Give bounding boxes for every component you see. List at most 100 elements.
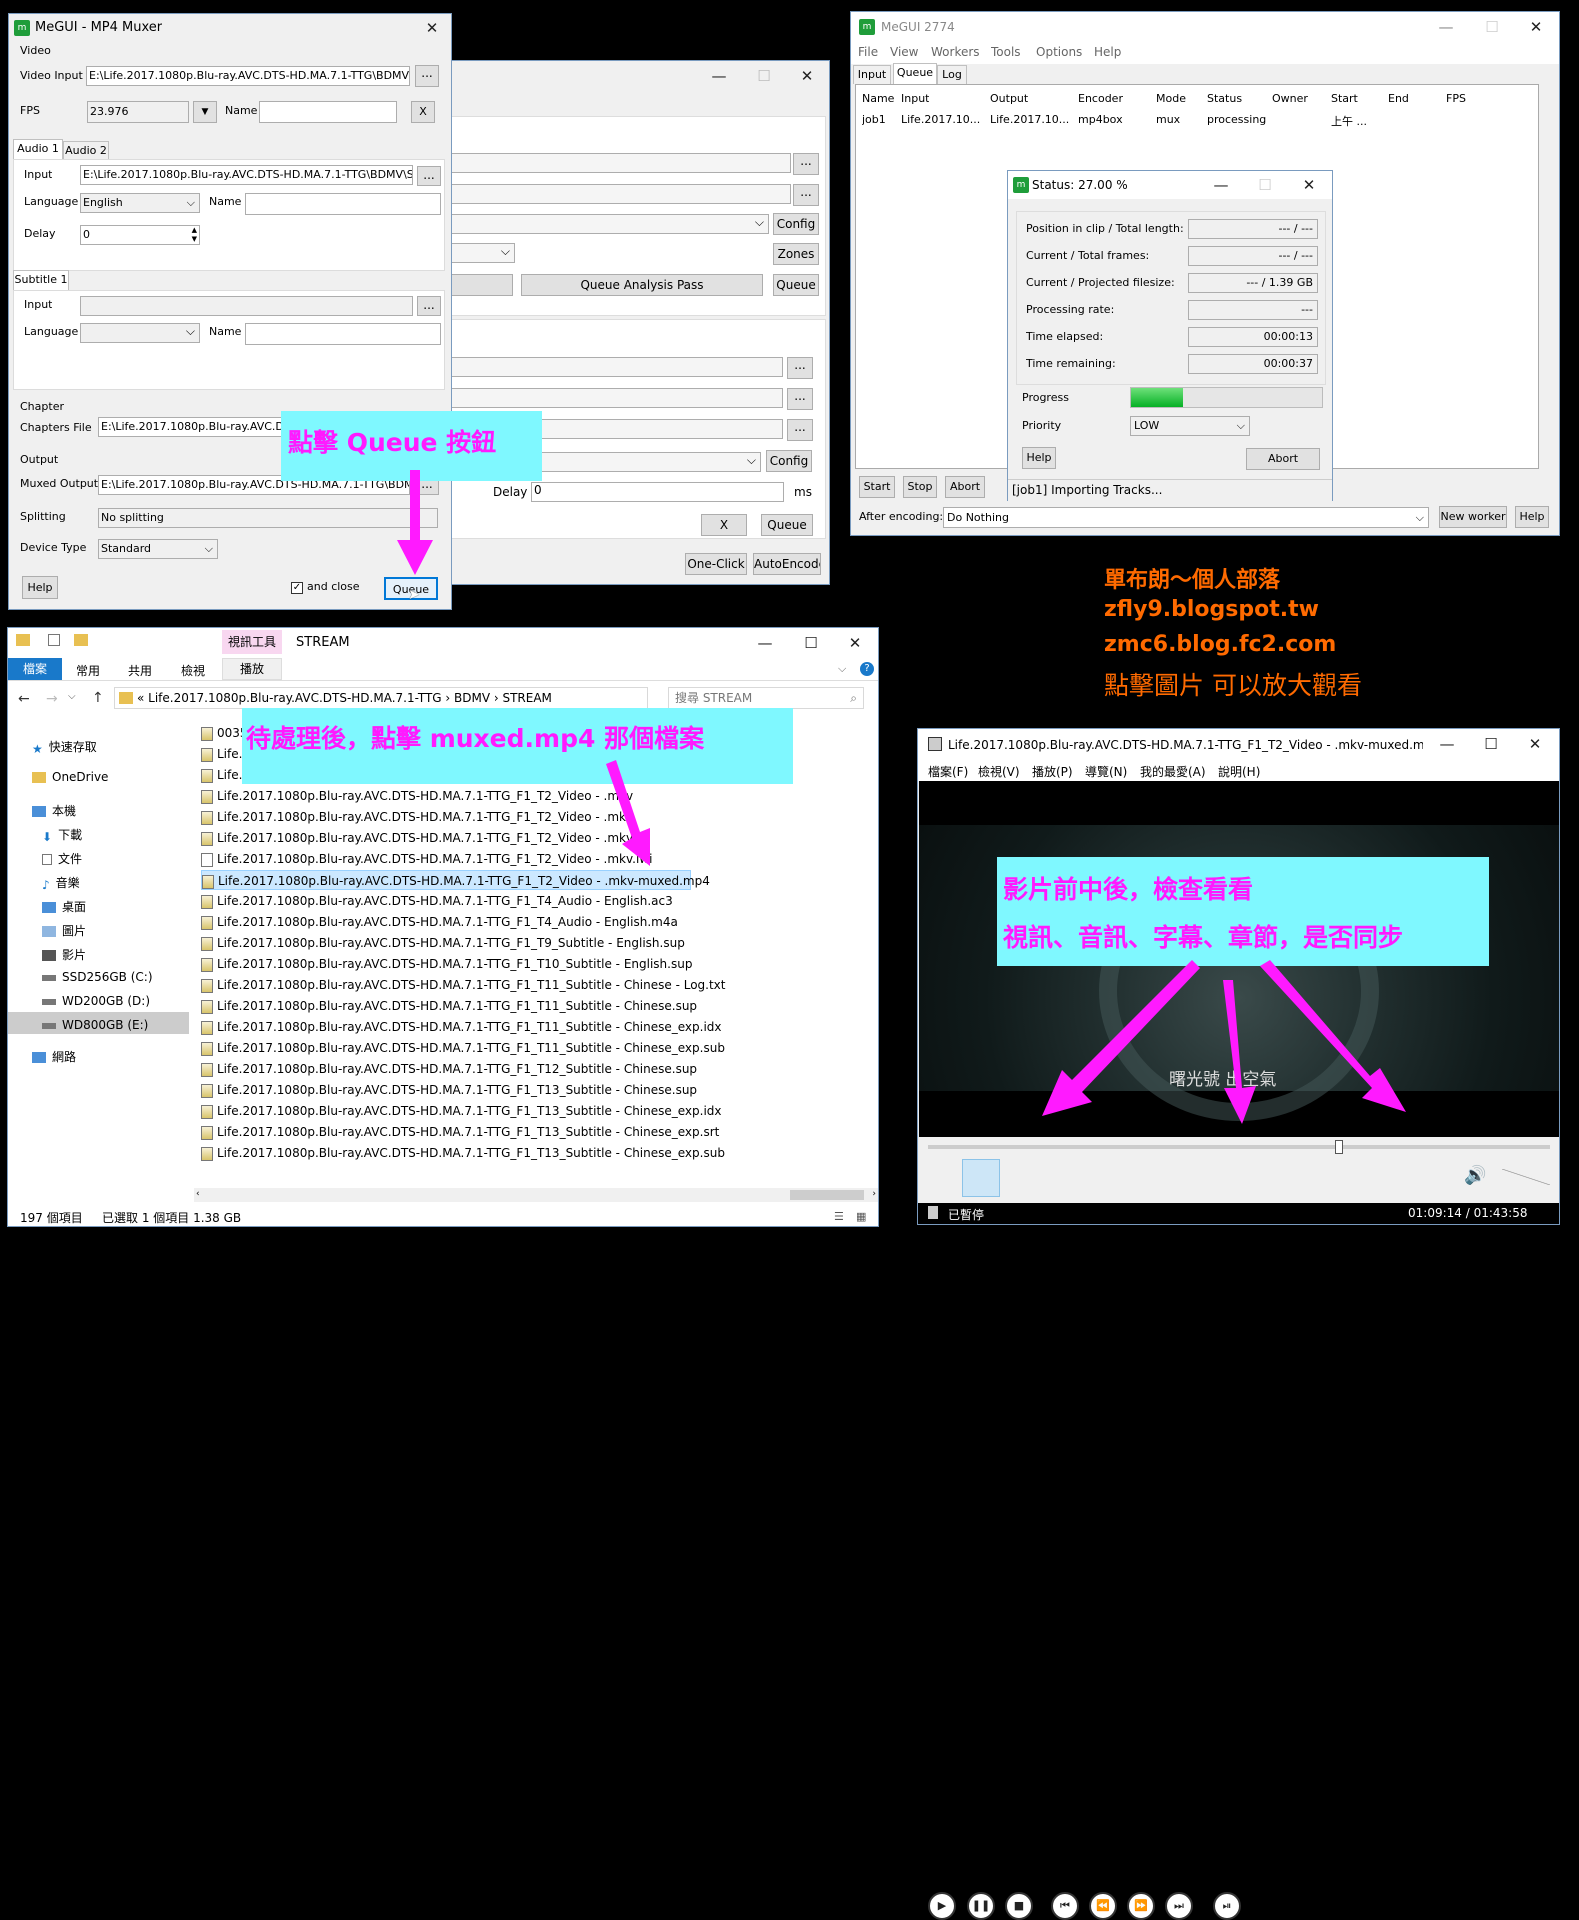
nav-music[interactable]: ♪ 音樂 xyxy=(42,874,80,892)
nav-videos[interactable]: 影片 xyxy=(42,946,86,963)
player-menu-view[interactable]: 檢視(V) xyxy=(978,763,1020,780)
volume-slider[interactable] xyxy=(1502,1169,1550,1185)
forward-icon[interactable]: → xyxy=(46,691,58,707)
menu-options[interactable]: Options xyxy=(1036,45,1082,59)
audio-browse-button[interactable]: ... xyxy=(417,166,441,186)
stepper-arrows-icon[interactable]: ▲ ▼ xyxy=(192,226,197,244)
delay-input[interactable]: 0 xyxy=(531,482,784,502)
bg-input-3[interactable] xyxy=(451,357,783,377)
subtitle-browse-button[interactable]: ... xyxy=(417,296,441,316)
menu-view[interactable]: View xyxy=(890,45,918,59)
stop-button[interactable]: ■ xyxy=(1005,1892,1033,1920)
priority-select[interactable]: LOW ⌵ xyxy=(1130,416,1250,436)
zones-button[interactable]: Zones xyxy=(773,243,819,265)
seek-thumb[interactable] xyxy=(1335,1140,1343,1154)
list-item[interactable]: Life.2017.1080p.Blu-ray.AVC.DTS-HD.MA.7.… xyxy=(201,786,633,806)
col-input[interactable]: Input xyxy=(901,92,929,105)
back-icon[interactable]: ← xyxy=(18,691,30,707)
audio-language-select[interactable]: English ⌵ xyxy=(80,193,200,213)
bg-input-4[interactable] xyxy=(451,388,783,408)
subtitle-language-select[interactable]: ⌵ xyxy=(80,323,200,343)
minimize-icon[interactable]: — xyxy=(696,61,742,91)
speaker-icon[interactable]: 🔊 xyxy=(1464,1165,1486,1186)
player-menu-navigate[interactable]: 導覽(N) xyxy=(1085,763,1127,780)
nav-downloads[interactable]: ⬇ 下載 xyxy=(42,826,82,844)
col-status[interactable]: Status xyxy=(1207,92,1242,105)
list-item[interactable]: Life.2017.1080p.Blu-ray.AVC.DTS-HD.MA.7.… xyxy=(201,1101,722,1121)
minimize-icon[interactable]: — xyxy=(1423,12,1469,42)
list-item[interactable]: Life.2017.1080p.Blu-ray.AVC.DTS-HD.MA.7.… xyxy=(201,891,673,911)
bg-browse-3[interactable]: ... xyxy=(787,357,813,379)
abort-button[interactable]: Abort xyxy=(945,476,985,498)
close-icon[interactable]: ✕ xyxy=(1512,729,1558,759)
fps-field[interactable]: 23.976 xyxy=(87,101,189,123)
nav-desktop[interactable]: 桌面 xyxy=(42,898,86,915)
address-bar[interactable]: « Life.2017.1080p.Blu-ray.AVC.DTS-HD.MA.… xyxy=(114,687,648,709)
menu-workers[interactable]: Workers xyxy=(931,45,980,59)
frame-step-button[interactable]: ⏯ xyxy=(1213,1892,1241,1920)
list-item[interactable]: Life.2017.1080p.Blu-ray.AVC.DTS-HD.MA.7.… xyxy=(201,1122,719,1142)
status-help-button[interactable]: Help xyxy=(1022,447,1056,469)
play-button[interactable]: ▶ xyxy=(928,1892,956,1920)
list-item[interactable]: Life.2017.1080p.Blu-ray.AVC.DTS-HD.MA.7.… xyxy=(201,807,636,827)
bg-blank-button[interactable] xyxy=(451,274,513,296)
chevron-down-icon[interactable]: ⌵ xyxy=(838,662,846,676)
next-button[interactable]: ⏭ xyxy=(1165,1892,1193,1920)
stop-button[interactable]: Stop xyxy=(903,476,937,498)
blog-line-3[interactable]: zmc6.blog.fc2.com xyxy=(1104,632,1336,657)
ribbon-share-tab[interactable]: 共用 xyxy=(128,662,152,679)
list-item[interactable]: Life.2017.1080p.Blu-ray.AVC.DTS-HD.MA.7.… xyxy=(201,1143,725,1163)
col-encoder[interactable]: Encoder xyxy=(1078,92,1123,105)
splitting-field[interactable]: No splitting xyxy=(98,508,438,528)
close-icon[interactable]: ✕ xyxy=(414,14,450,42)
tab-audio-2[interactable]: Audio 2 xyxy=(63,141,109,160)
queue-analysis-pass-button[interactable]: Queue Analysis Pass xyxy=(521,274,763,296)
bg-browse-4[interactable]: ... xyxy=(787,388,813,410)
col-name[interactable]: Name xyxy=(862,92,894,105)
tab-input[interactable]: Input xyxy=(853,65,891,84)
after-encoding-select[interactable]: Do Nothing ⌵ xyxy=(943,507,1429,528)
recent-chevron-icon[interactable]: ⌵ xyxy=(68,691,76,702)
player-menu-favorites[interactable]: 我的最愛(A) xyxy=(1140,763,1206,780)
list-item[interactable]: Life.2017.1080p.Blu-ray.AVC.DTS-HD.MA.7.… xyxy=(201,1017,722,1037)
oneclick-button[interactable]: One-Click xyxy=(685,553,747,575)
list-item[interactable]: Life.2017.1080p.Blu-ray.AVC.DTS-HD.MA.7.… xyxy=(201,933,685,953)
list-item[interactable]: Life.2017.1080p.Blu-ray.AVC.DTS-HD.MA.7.… xyxy=(201,1059,697,1079)
nav-drive-d[interactable]: WD200GB (D:) xyxy=(42,994,150,1008)
audio-input-field[interactable]: E:\Life.2017.1080p.Blu-ray.AVC.DTS-HD.MA… xyxy=(80,165,413,185)
col-mode[interactable]: Mode xyxy=(1156,92,1186,105)
list-item[interactable]: Life.2017.1080p.Blu-ray.AVC.DTS-HD.MA.7.… xyxy=(201,1080,697,1100)
maximize-icon[interactable]: ☐ xyxy=(1468,729,1514,759)
col-end[interactable]: End xyxy=(1388,92,1409,105)
bg-browse-5[interactable]: ... xyxy=(787,419,813,441)
bg-select-1[interactable]: ⌵ xyxy=(451,214,769,234)
new-folder-icon[interactable] xyxy=(74,634,88,646)
list-item[interactable]: Life.2017.1080p.Blu-ray.AVC.DTS-HD.MA.7.… xyxy=(201,912,678,932)
player-menu-help[interactable]: 說明(H) xyxy=(1218,763,1260,780)
chapters-file-field[interactable]: E:\Life.2017.1080p.Blu-ray.AVC.DTS- xyxy=(98,417,288,437)
list-item[interactable]: Life.2017.1080p.Blu-ray.AVC.DTS-HD.MA.7.… xyxy=(201,954,692,974)
minimize-icon[interactable]: — xyxy=(1424,729,1470,759)
ribbon-home-tab[interactable]: 常用 xyxy=(76,662,100,679)
status-abort-button[interactable]: Abort xyxy=(1246,448,1320,470)
details-view-icon[interactable]: ☰ xyxy=(834,1210,844,1223)
bg-x-button[interactable]: X xyxy=(701,514,747,536)
bg-browse-1[interactable]: ... xyxy=(793,153,819,175)
previous-button[interactable]: ⏮ xyxy=(1051,1892,1079,1920)
close-icon[interactable]: ✕ xyxy=(832,628,878,658)
list-item[interactable]: Life.2017.1080p.Blu-ray.AVC.DTS-HD.MA.7.… xyxy=(201,996,697,1016)
list-item[interactable]: Life.2017.1080p.Blu-ray.AVC.DTS-HD.MA.7.… xyxy=(201,870,710,890)
megui-help-button[interactable]: Help xyxy=(1515,506,1549,528)
tab-log[interactable]: Log xyxy=(937,65,967,84)
list-item[interactable]: Life.2017.1080p.Blu-ray.AVC.DTS-HD.MA.7.… xyxy=(201,975,725,995)
help-button[interactable]: Help xyxy=(22,576,58,599)
audio-name-field[interactable] xyxy=(245,193,441,215)
subtitle-input-field[interactable] xyxy=(80,296,413,316)
list-item[interactable]: 0035 xyxy=(201,723,248,743)
minimize-icon[interactable]: — xyxy=(1198,171,1244,199)
video-input-field[interactable]: E:\Life.2017.1080p.Blu-ray.AVC.DTS-HD.MA… xyxy=(86,66,410,86)
nav-documents[interactable]: 文件 xyxy=(42,850,82,867)
close-icon[interactable]: ✕ xyxy=(1513,12,1559,42)
menu-help[interactable]: Help xyxy=(1094,45,1121,59)
fps-dropdown-button[interactable]: ▼ xyxy=(193,101,217,123)
